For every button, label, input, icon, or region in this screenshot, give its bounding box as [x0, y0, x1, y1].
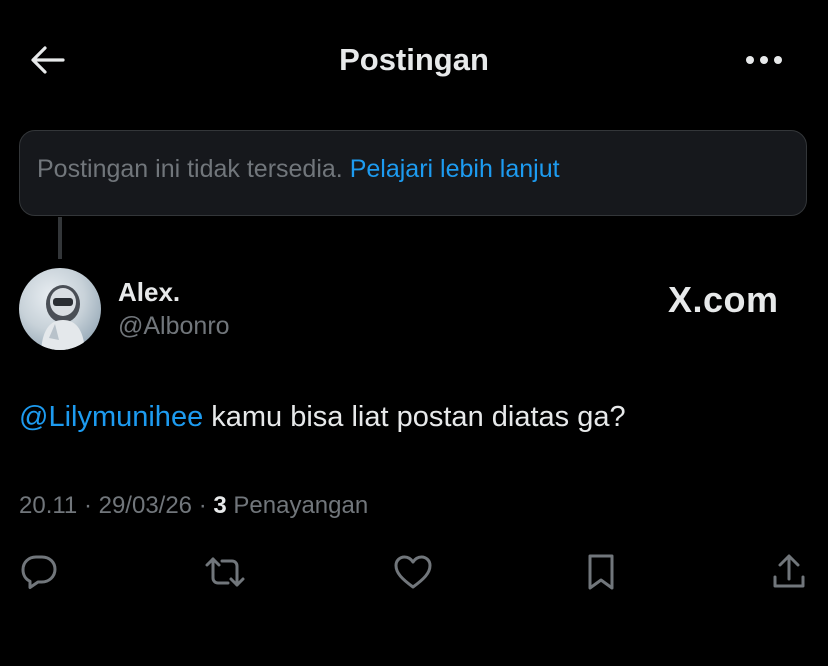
like-icon — [393, 554, 433, 590]
repost-icon — [203, 555, 247, 589]
unavailable-message: Postingan ini tidak tersedia. — [37, 155, 343, 183]
author-display-name[interactable]: Alex. — [118, 277, 180, 307]
post-meta: 20.11 · 29/03/26 · 3 Penayangan — [19, 492, 369, 519]
learn-more-link[interactable]: Pelajari lebih lanjut — [350, 155, 560, 183]
unavailable-notice-text: Postingan ini tidak tersedia. Pelajari l… — [37, 153, 560, 185]
bookmark-icon — [585, 553, 617, 591]
x-logo-text: X.com — [668, 279, 779, 320]
post-date: 29/03/26 — [98, 492, 193, 519]
arrow-left-icon — [30, 45, 66, 75]
author-handle[interactable]: @Albonro — [118, 311, 230, 341]
reply-icon — [20, 554, 58, 590]
views-count[interactable]: 3 — [213, 492, 226, 519]
like-button[interactable] — [391, 550, 435, 594]
bookmark-button[interactable] — [579, 550, 623, 594]
more-button[interactable] — [742, 42, 786, 78]
post-time: 20.11 — [19, 492, 78, 519]
reply-button[interactable] — [17, 550, 61, 594]
share-icon — [771, 553, 807, 591]
post-body: kamu bisa liat postan diatas ga? — [211, 401, 626, 433]
post-text: @Lilymunihee kamu bisa liat postan diata… — [19, 398, 626, 436]
views-label: Penayangan — [233, 492, 369, 519]
more-horizontal-icon — [744, 54, 784, 66]
page-title: Postingan — [339, 42, 489, 77]
share-button[interactable] — [767, 550, 811, 594]
repost-button[interactable] — [203, 550, 247, 594]
avatar[interactable] — [19, 268, 101, 350]
mention-link[interactable]: @Lilymunihee — [19, 401, 203, 433]
back-button[interactable] — [26, 40, 70, 80]
x-com-watermark: X.com — [668, 279, 779, 320]
thread-connector-line — [58, 217, 62, 259]
